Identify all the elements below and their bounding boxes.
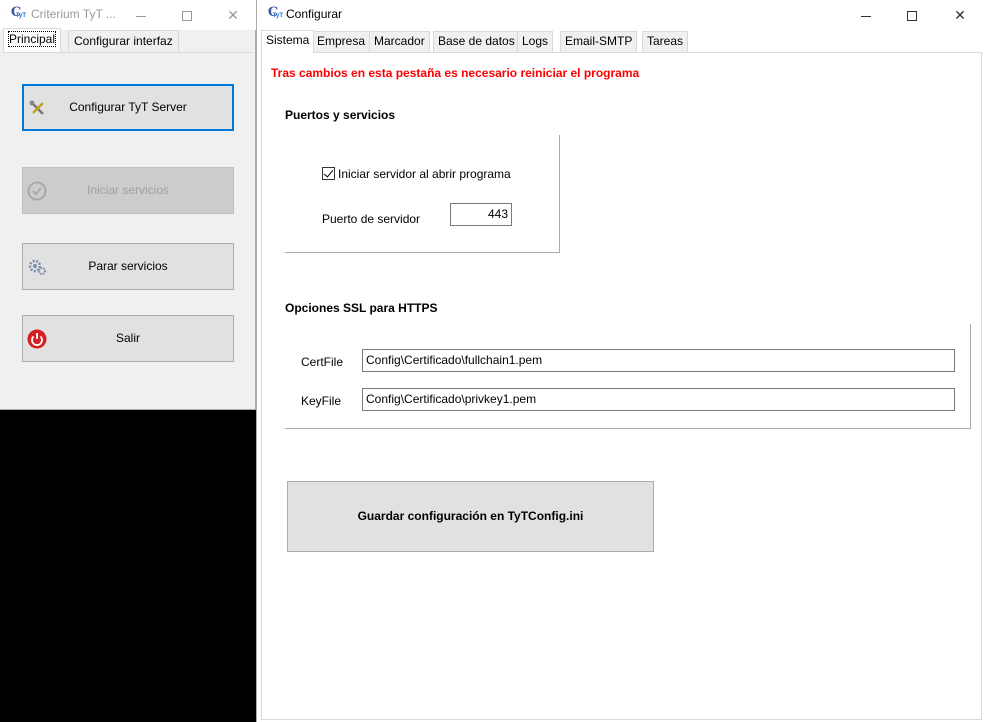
- tab-marcador[interactable]: Marcador: [369, 31, 430, 52]
- keyfile-label: KeyFile: [301, 394, 342, 408]
- maximize-icon[interactable]: [164, 0, 210, 30]
- ports-group-title: Puertos y servicios: [285, 108, 396, 122]
- close-icon[interactable]: ✕: [210, 0, 256, 30]
- port-input[interactable]: 443: [450, 203, 512, 226]
- ssl-group-box: [285, 324, 971, 429]
- keyfile-input[interactable]: Config\Certificado\privkey1.pem: [362, 388, 955, 411]
- exit-label: Salir: [115, 331, 140, 345]
- tab-base-de-datos[interactable]: Base de datos: [433, 31, 520, 52]
- stop-services-button[interactable]: Parar servicios: [22, 243, 234, 290]
- configure-server-label: Configurar TyT Server: [69, 100, 187, 114]
- power-icon: [27, 329, 47, 349]
- tools-icon: [29, 100, 44, 115]
- stop-services-label: Parar servicios: [88, 259, 168, 273]
- minimize-icon[interactable]: [843, 0, 889, 30]
- principal-panel: Configurar TyT Server Iniciar servicios …: [3, 52, 253, 408]
- config-window-title: Configurar: [286, 7, 343, 21]
- tab-configurar-interfaz[interactable]: Configurar interfaz: [68, 30, 179, 52]
- gears-icon: [28, 259, 46, 275]
- ssl-group-title: Opciones SSL para HTTPS: [285, 301, 438, 315]
- main-window: C TyT Criterium TyT ... ✕ Principal Confi…: [0, 0, 256, 410]
- port-label: Puerto de servidor: [322, 212, 421, 226]
- tab-tareas[interactable]: Tareas: [642, 31, 689, 52]
- main-window-title: Criterium TyT ...: [31, 7, 116, 21]
- save-config-button[interactable]: Guardar configuración en TyTConfig.ini: [287, 481, 654, 552]
- check-circle-icon: [27, 181, 47, 201]
- tab-sistema[interactable]: Sistema: [261, 30, 315, 53]
- tab-empresa[interactable]: Empresa: [312, 31, 371, 52]
- app-logo-icon: C TyT: [10, 5, 26, 20]
- close-icon[interactable]: ✕: [937, 0, 983, 30]
- configure-server-button[interactable]: Configurar TyT Server: [22, 84, 234, 131]
- certfile-input[interactable]: Config\Certificado\fullchain1.pem: [362, 349, 955, 372]
- maximize-icon[interactable]: [889, 0, 935, 30]
- config-window-titlebar[interactable]: C TyT Configurar ✕: [257, 0, 985, 30]
- restart-warning: Tras cambios en esta pestaña es necesari…: [271, 66, 640, 80]
- main-window-titlebar[interactable]: C TyT Criterium TyT ... ✕: [0, 0, 256, 30]
- start-on-open-label: Iniciar servidor al abrir programa: [338, 167, 511, 181]
- minimize-icon[interactable]: [118, 0, 164, 30]
- app-logo-icon: C TyT: [267, 5, 283, 20]
- certfile-label: CertFile: [301, 355, 344, 369]
- ports-group-box: [285, 135, 560, 253]
- tab-email-smtp[interactable]: Email-SMTP: [560, 31, 638, 52]
- config-window: C TyT Configurar ✕ Sistema Empresa Marcad…: [256, 0, 985, 722]
- start-on-open-checkbox[interactable]: [322, 167, 335, 180]
- exit-button[interactable]: Salir: [22, 315, 234, 362]
- sistema-panel: Tras cambios en esta pestaña es necesari…: [261, 52, 982, 720]
- start-services-label: Iniciar servicios: [86, 183, 170, 197]
- start-services-button[interactable]: Iniciar servicios: [22, 167, 234, 214]
- tab-logs[interactable]: Logs: [517, 31, 554, 52]
- tab-principal[interactable]: Principal: [3, 28, 62, 52]
